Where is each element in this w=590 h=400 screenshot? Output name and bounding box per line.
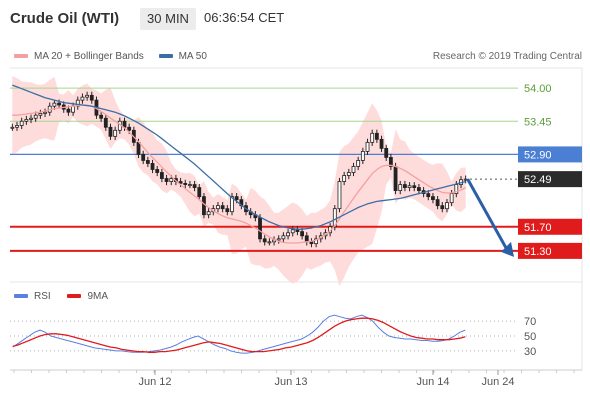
candle-body	[225, 208, 230, 213]
candle-body	[52, 102, 57, 107]
candle-body	[192, 184, 197, 188]
level-label-52-49: 52.49	[524, 174, 552, 186]
candle-body	[267, 241, 272, 244]
candle-body	[29, 117, 33, 120]
candle-body	[309, 241, 314, 245]
level-label-54-00: 54.00	[524, 83, 552, 95]
forecast-arrow-shaft	[466, 178, 508, 249]
candle-body	[57, 102, 61, 106]
candle-body	[445, 202, 449, 210]
candle-body	[393, 166, 398, 191]
level-label-51-30: 51.30	[524, 246, 552, 258]
candle-body	[286, 232, 290, 237]
x-tick-label-jun-24: Jun 24	[481, 376, 514, 388]
candle-body	[10, 126, 15, 129]
candle-body	[24, 119, 29, 122]
candle-body	[206, 211, 211, 216]
candle-body	[43, 111, 47, 114]
level-label-51-70: 51.70	[524, 222, 552, 234]
candle-body	[169, 178, 174, 182]
candle-body	[440, 205, 445, 210]
candle-body	[202, 196, 206, 216]
candle-body	[99, 114, 104, 119]
x-tick-label-jun-13: Jun 13	[274, 376, 307, 388]
candle-body	[346, 172, 351, 176]
candle-body	[290, 229, 295, 234]
candle-body	[426, 193, 431, 198]
candle-body	[150, 163, 155, 170]
candle-body	[356, 160, 361, 167]
chart-root: Crude Oil (WTI) 30 MIN 06:36:54 CET MA 2…	[0, 0, 590, 400]
candle-body	[431, 196, 435, 201]
candle-body	[113, 129, 118, 137]
candle-body	[295, 229, 300, 232]
bollinger-band	[12, 76, 466, 286]
candle-body	[155, 169, 160, 173]
candle-body	[145, 160, 150, 164]
candle-body	[80, 96, 85, 101]
candle-body	[19, 120, 24, 126]
candle-body	[71, 105, 75, 113]
candle-body	[276, 238, 281, 241]
candle-body	[449, 193, 454, 204]
candle-body	[304, 235, 309, 243]
candle-body	[103, 117, 108, 128]
candle-body	[108, 126, 113, 137]
candle-body	[342, 175, 347, 182]
candle-body	[384, 147, 389, 158]
candle-body	[220, 205, 225, 210]
candle-body	[300, 231, 304, 237]
candle-body	[407, 185, 412, 188]
candle-body	[281, 235, 286, 240]
candle-body	[234, 196, 239, 201]
candle-body	[197, 187, 202, 198]
candle-body	[379, 138, 384, 149]
level-label-52-90: 52.90	[524, 149, 552, 161]
rsi-series-9ma	[12, 317, 466, 353]
candle-body	[374, 132, 379, 140]
candle-body	[258, 217, 262, 240]
rsi-tick-label-70: 70	[524, 316, 536, 328]
candle-body	[370, 132, 375, 143]
candle-body	[38, 113, 43, 116]
candle-body	[183, 182, 188, 185]
candle-body	[89, 94, 94, 101]
candle-body	[136, 141, 141, 155]
candle-body	[188, 184, 192, 186]
rsi-tick-label-50: 50	[524, 331, 536, 343]
candle-body	[403, 184, 407, 188]
candle-body	[164, 178, 169, 182]
candle-body	[127, 126, 132, 131]
candle-body	[85, 94, 90, 98]
x-tick-label-jun-14: Jun 14	[416, 376, 449, 388]
candle-body	[365, 141, 370, 152]
rsi-tick-label-30: 30	[524, 346, 536, 358]
level-label-53-45: 53.45	[524, 116, 552, 128]
candle-body	[262, 238, 267, 243]
candle-body	[216, 205, 220, 210]
price-chart: 54.00 53.45 52.90 52.49 51.70 51.30 30 50 70 Jun …	[10, 67, 583, 388]
candle-body	[66, 108, 71, 113]
candle-body	[159, 172, 164, 179]
candle-body	[33, 114, 38, 119]
candle-body	[398, 184, 403, 191]
candle-body	[417, 187, 421, 191]
candle-body	[435, 199, 440, 207]
candle-body	[141, 154, 146, 161]
x-tick-label-jun-12: Jun 12	[138, 376, 171, 388]
candle-body	[360, 150, 365, 161]
candle-body	[337, 181, 342, 210]
candle-body	[412, 185, 417, 188]
candle-body	[15, 125, 19, 128]
candle-body	[351, 166, 356, 173]
